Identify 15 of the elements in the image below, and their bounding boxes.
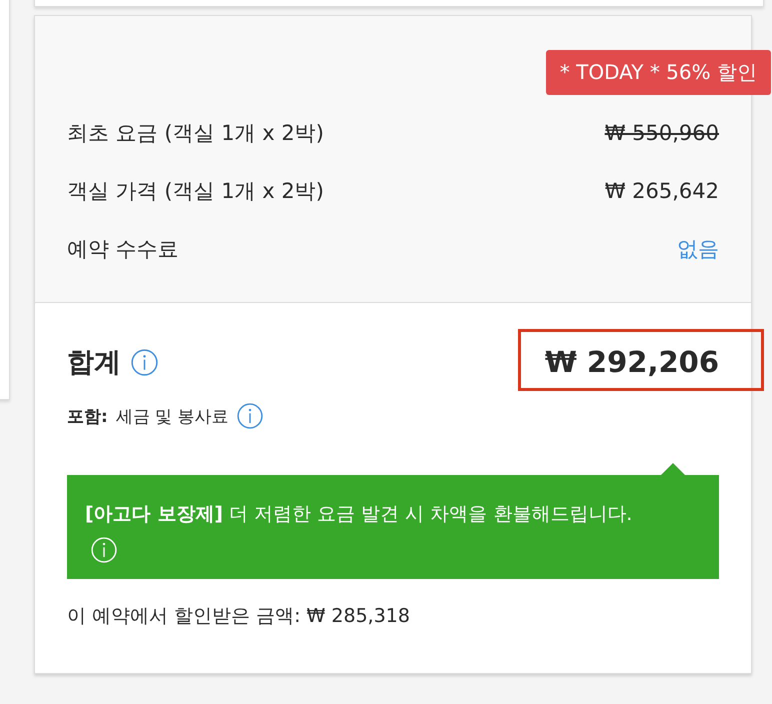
savings-text: 이 예약에서 할인받은 금액: ₩ 285,318 bbox=[67, 604, 410, 629]
info-icon[interactable] bbox=[131, 348, 158, 376]
price-label: 예약 수수료 bbox=[67, 236, 179, 263]
discount-badge: * TODAY * 56% 할인 bbox=[546, 50, 771, 95]
price-label: 최초 요금 (객실 1개 x 2박) bbox=[67, 120, 324, 147]
price-value: ₩ 550,960 bbox=[604, 121, 719, 145]
price-label: 객실 가격 (객실 1개 x 2박) bbox=[67, 178, 324, 205]
price-value: ₩ 265,642 bbox=[604, 179, 719, 203]
total-label: 합계 bbox=[67, 346, 121, 380]
total-price: ₩ 292,206 bbox=[544, 345, 719, 379]
guarantee-text: [아고다 보장제] 더 저렴한 요금 발견 시 차액을 환불해드립니다. bbox=[85, 502, 634, 527]
fee-value: 없음 bbox=[677, 236, 719, 263]
info-icon[interactable] bbox=[236, 403, 263, 429]
includes-text: 세금 및 봉사료 bbox=[116, 406, 229, 428]
includes-label: 포함: bbox=[67, 406, 108, 428]
